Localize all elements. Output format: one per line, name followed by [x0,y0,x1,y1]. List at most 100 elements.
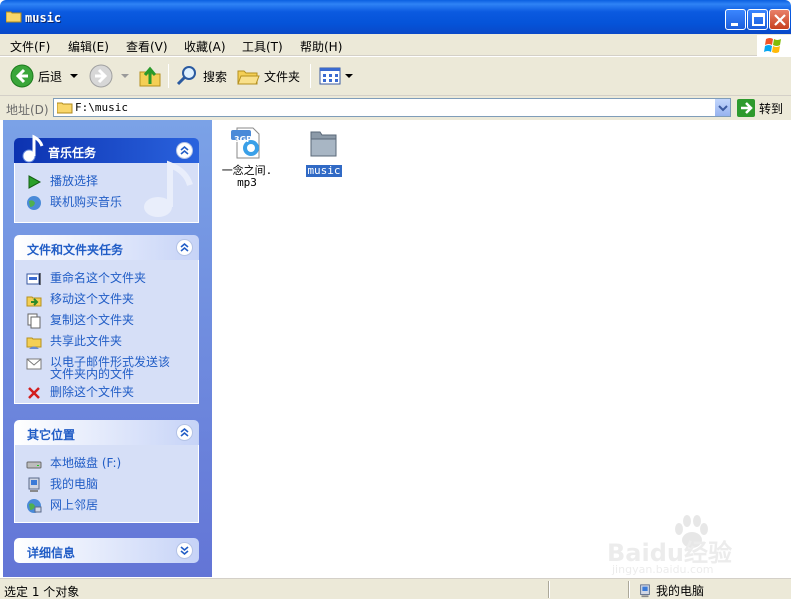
task-label: 以电子邮件形式发送该文件夹内的文件 [50,355,171,381]
task-rename-folder[interactable]: 重命名这个文件夹 [15,268,198,289]
task-label: 删除这个文件夹 [50,385,135,399]
chevron-up-icon [180,427,189,437]
folder-icon [6,11,22,23]
task-label: 共享此文件夹 [50,334,123,348]
collapse-button[interactable] [176,142,193,159]
file-list-view[interactable]: 3GP 一念之间.mp3 music Baidu经验 jingyan.baidu… [212,120,791,577]
file-tasks-header[interactable]: 文件和文件夹任务 [14,235,199,260]
task-share-folder[interactable]: 共享此文件夹 [15,331,198,352]
search-label: 搜索 [203,69,228,84]
place-local-disk[interactable]: 本地磁盘 (F:) [15,453,198,474]
maximize-icon [752,13,765,26]
other-places-group: 其它位置 本地磁盘 (F:) 我的电脑 网上邻居 [14,420,199,523]
hard-drive-icon [26,461,42,469]
rename-icon [26,273,41,285]
copy-icon [27,313,41,329]
views-icon [319,67,341,85]
task-email-folder[interactable]: 以电子邮件形式发送该文件夹内的文件 [15,352,198,382]
place-label: 我的电脑 [50,477,99,491]
up-button[interactable] [138,63,162,89]
go-arrow-icon [737,99,755,117]
music-tasks-body: 播放选择 联机购买音乐 [14,160,199,223]
status-bar: 选定 1 个对象 我的电脑 [0,578,791,599]
task-pane: 音乐任务 播放选择 联机购买音乐 文件和文件夹任务 重命名这个文件夹 移动这个文… [3,120,212,577]
other-places-title: 其它位置 [27,428,76,442]
menu-bar: 文件(F) 编辑(E) 查看(V) 收藏(A) 工具(T) 帮助(H) [0,34,791,56]
address-input[interactable]: F:\music [53,98,731,117]
status-divider [628,581,630,598]
place-label: 本地磁盘 (F:) [50,456,122,470]
file-tasks-group: 文件和文件夹任务 重命名这个文件夹 移动这个文件夹 复制这个文件夹 共享此文件夹 [14,235,199,404]
my-computer-icon [640,583,650,597]
email-icon [26,358,42,370]
chevron-down-icon [70,74,79,78]
toolbar-separator [168,64,169,88]
details-group: 详细信息 [14,538,199,563]
folder-name: music [306,164,342,177]
move-folder-icon [26,296,42,307]
other-places-body: 本地磁盘 (F:) 我的电脑 网上邻居 [14,445,199,523]
task-label: 重命名这个文件夹 [50,271,147,285]
folder-icon [310,131,337,157]
back-arrow-icon [10,64,34,88]
collapse-button[interactable] [176,424,193,441]
search-button[interactable]: 搜索 [175,63,227,89]
close-icon [774,14,786,26]
maximize-button[interactable] [747,9,768,30]
close-button[interactable] [769,9,790,30]
windows-logo [757,35,791,56]
status-location-label: 我的电脑 [656,584,705,598]
title-bar[interactable]: music [0,0,791,34]
up-folder-icon [139,66,161,87]
menu-file[interactable]: 文件(F) [10,38,50,55]
play-icon [28,175,42,189]
task-copy-folder[interactable]: 复制这个文件夹 [15,310,198,331]
task-label: 播放选择 [50,174,99,188]
views-button[interactable] [318,63,354,89]
my-computer-icon [28,477,40,492]
address-dropdown-button[interactable] [714,99,730,116]
chevron-down-icon [345,74,353,78]
folders-button[interactable]: 文件夹 [236,63,300,89]
task-label: 联机购买音乐 [50,195,123,209]
share-folder-icon [26,337,42,349]
menu-help[interactable]: 帮助(H) [300,38,342,55]
task-delete-folder[interactable]: 删除这个文件夹 [15,382,198,403]
chevron-down-icon [121,74,129,78]
forward-button[interactable] [89,63,131,89]
file-name: 一念之间.mp3 [221,164,273,189]
status-divider [548,581,550,598]
folder-item[interactable]: music [294,126,354,177]
minimize-icon [731,23,738,26]
minimize-button[interactable] [725,9,746,30]
back-button[interactable]: 后退 [10,63,80,89]
file-item[interactable]: 3GP 一念之间.mp3 [217,126,277,189]
address-label: 地址(D) [6,103,49,117]
collapse-button[interactable] [176,239,193,256]
menu-tools[interactable]: 工具(T) [242,38,283,55]
menu-favorites[interactable]: 收藏(A) [184,38,226,55]
chevron-down-icon [180,546,189,556]
baidu-watermark: Baidu经验 jingyan.baidu.com [607,515,757,576]
details-header[interactable]: 详细信息 [14,538,199,563]
music-note-icon [22,134,44,163]
task-move-folder[interactable]: 移动这个文件夹 [15,289,198,310]
address-bar: 地址(D) F:\music 转到 [0,96,791,120]
place-network[interactable]: 网上邻居 [15,495,198,516]
toolbar: 后退 搜索 文件夹 [0,57,791,96]
go-button[interactable]: 转到 [737,99,783,117]
network-icon [27,499,42,513]
status-selection: 选定 1 个对象 [4,585,80,599]
go-label: 转到 [759,101,784,116]
file-badge: 3GP [234,135,252,144]
task-label: 复制这个文件夹 [50,313,135,327]
menu-edit[interactable]: 编辑(E) [68,38,109,55]
chevron-up-icon [180,145,189,155]
place-my-computer[interactable]: 我的电脑 [15,474,198,495]
watermark-url: jingyan.baidu.com [612,563,714,576]
music-tasks-group: 音乐任务 播放选择 联机购买音乐 [14,134,199,223]
expand-button[interactable] [176,542,193,559]
back-label: 后退 [38,69,63,84]
menu-view[interactable]: 查看(V) [126,38,168,55]
other-places-header[interactable]: 其它位置 [14,420,199,445]
